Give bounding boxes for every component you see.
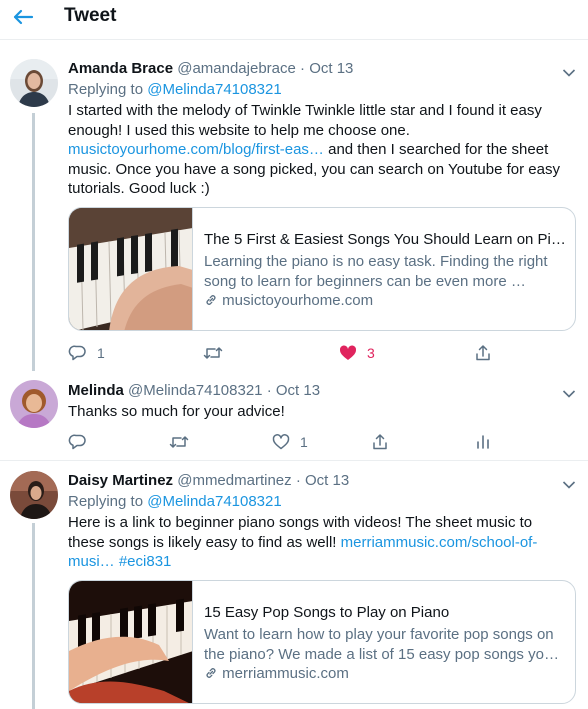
thread-line <box>32 523 35 709</box>
share-button[interactable] <box>370 431 390 453</box>
share-icon <box>476 345 490 361</box>
link-icon <box>206 295 216 305</box>
card-description: Learning the piano is no easy task. Find… <box>204 253 548 290</box>
top-bar: Tweet <box>0 0 588 40</box>
like-button[interactable]: 3 <box>338 342 375 364</box>
author-handle[interactable]: @mmedmartinez <box>177 472 291 489</box>
like-button[interactable]: 1 <box>271 431 308 453</box>
action-bar: 1 <box>68 431 498 453</box>
author-name[interactable]: Melinda <box>68 382 124 399</box>
tweet-text: I started with the melody of Twinkle Twi… <box>68 101 573 199</box>
reply-icon <box>68 434 86 450</box>
link-card[interactable]: The 5 First & Easiest Songs You Should L… <box>68 207 576 331</box>
analytics-icon <box>477 435 489 449</box>
mention-link[interactable]: @Melinda74108321 <box>147 493 282 510</box>
chevron-down-icon[interactable] <box>562 477 576 489</box>
page-title: Tweet <box>64 5 117 26</box>
author-handle[interactable]: @amandajebrace <box>177 60 296 77</box>
card-domain-text: merriammusic.com <box>222 665 349 682</box>
separator-dot: · <box>266 382 272 399</box>
reply-icon <box>68 345 86 361</box>
card-domain: musictoyourhome.com <box>204 292 373 309</box>
avatar[interactable] <box>10 380 58 428</box>
reply-button[interactable]: 1 <box>68 342 105 364</box>
like-count: 1 <box>300 434 308 450</box>
mention-link[interactable]: @Melinda74108321 <box>147 81 282 98</box>
heart-icon <box>272 434 290 450</box>
tweet-amanda[interactable]: Amanda Brace @amandajebrace · Oct 13 Rep… <box>0 41 588 371</box>
card-domain: merriammusic.com <box>204 665 349 682</box>
tweet-date[interactable]: Oct 13 <box>305 472 349 489</box>
retweet-icon <box>203 347 223 359</box>
author-handle[interactable]: @Melinda74108321 <box>128 382 263 399</box>
card-thumbnail <box>69 581 193 703</box>
retweet-button[interactable] <box>202 342 233 364</box>
tweet-text-part: I started with the melody of Twinkle Twi… <box>68 102 542 139</box>
like-count: 3 <box>367 345 375 361</box>
share-icon <box>373 434 387 450</box>
thread-line <box>32 113 35 371</box>
chevron-down-icon[interactable] <box>562 386 576 398</box>
tweet-daisy[interactable]: Daisy Martinez @mmedmartinez · Oct 13 Re… <box>0 461 588 709</box>
separator-dot: · <box>300 60 306 77</box>
link-icon <box>206 668 216 678</box>
card-domain-text: musictoyourhome.com <box>222 292 374 309</box>
author-name[interactable]: Amanda Brace <box>68 60 173 77</box>
link-card[interactable]: 15 Easy Pop Songs to Play on Piano Want … <box>68 580 576 704</box>
tweet-melinda[interactable]: Melinda @Melinda74108321 · Oct 13 Thanks… <box>0 371 588 460</box>
avatar[interactable] <box>10 471 58 519</box>
card-title: The 5 First & Easiest Songs You Should L… <box>204 231 566 248</box>
back-arrow-icon[interactable] <box>11 4 37 30</box>
card-description: Want to learn how to play your favorite … <box>204 626 559 663</box>
heart-filled-icon <box>339 345 357 360</box>
replying-prefix: Replying to <box>68 493 144 510</box>
replying-prefix: Replying to <box>68 81 144 98</box>
hashtag-link[interactable]: #eci831 <box>119 553 172 570</box>
reply-button[interactable] <box>68 431 97 453</box>
analytics-button[interactable] <box>473 431 493 453</box>
replying-to: Replying to @Melinda74108321 <box>68 81 282 98</box>
tweet-header: Amanda Brace @amandajebrace · Oct 13 <box>68 60 353 77</box>
author-name[interactable]: Daisy Martinez <box>68 472 173 489</box>
tweet-text: Here is a link to beginner piano songs w… <box>68 513 568 572</box>
tweet-link[interactable]: musictoyourhome.com/blog/first-eas… <box>68 141 324 158</box>
reply-count: 1 <box>97 345 105 361</box>
action-bar: 1 3 <box>68 342 498 364</box>
avatar[interactable] <box>10 59 58 107</box>
tweet-date[interactable]: Oct 13 <box>276 382 320 399</box>
chevron-down-icon[interactable] <box>562 65 576 77</box>
card-title: 15 Easy Pop Songs to Play on Piano <box>204 604 450 621</box>
replying-to: Replying to @Melinda74108321 <box>68 493 282 510</box>
retweet-button[interactable] <box>168 431 199 453</box>
retweet-icon <box>169 436 189 448</box>
tweet-header: Daisy Martinez @mmedmartinez · Oct 13 <box>68 472 349 489</box>
tweet-header: Melinda @Melinda74108321 · Oct 13 <box>68 382 320 399</box>
tweet-text: Thanks so much for your advice! <box>68 403 285 420</box>
separator-dot: · <box>295 472 301 489</box>
share-button[interactable] <box>473 342 493 364</box>
tweet-date[interactable]: Oct 13 <box>309 60 353 77</box>
card-thumbnail <box>69 208 193 330</box>
